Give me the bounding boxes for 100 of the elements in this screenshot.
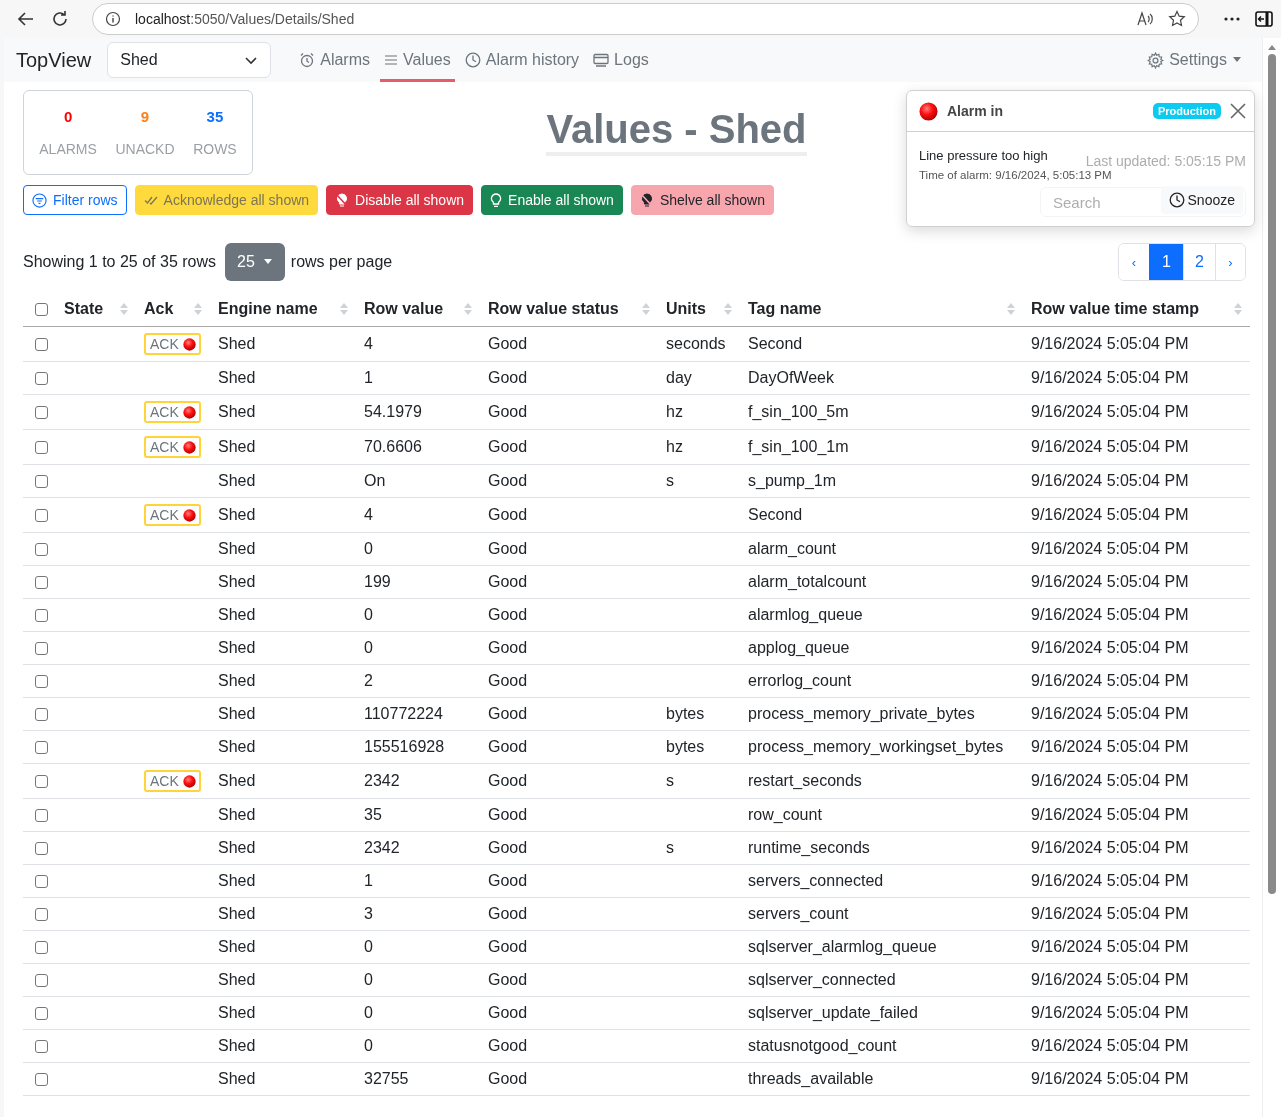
row-checkbox[interactable]	[35, 842, 48, 856]
ack-button[interactable]: ACK	[144, 401, 201, 423]
table-cell: sqlserver_alarmlog_queue	[740, 930, 1023, 964]
stat-value: 9	[140, 108, 150, 125]
nav-tab[interactable]: Logs	[589, 38, 653, 82]
row-checkbox[interactable]	[35, 509, 48, 523]
select-all-checkbox[interactable]	[35, 303, 48, 317]
row-checkbox[interactable]	[35, 775, 48, 789]
app-brand[interactable]: TopView	[16, 48, 92, 72]
alarm-time: Time of alarm: 9/16/2024, 5:05:13 PM	[919, 169, 1112, 181]
table-cell: Shed	[210, 930, 356, 964]
table-cell: 155516928	[356, 730, 480, 764]
row-checkbox[interactable]	[35, 708, 48, 722]
nav-tab[interactable]: Alarm history	[460, 38, 584, 82]
stat-label: ROWS	[193, 141, 237, 157]
row-checkbox[interactable]	[35, 338, 48, 352]
row-checkbox[interactable]	[35, 875, 48, 889]
table-cell: Good	[480, 697, 658, 731]
read-aloud-icon[interactable]	[1136, 11, 1154, 27]
table-cell: Shed	[210, 1029, 356, 1063]
row-checkbox[interactable]	[35, 1073, 48, 1087]
table-cell: Shed	[210, 429, 356, 465]
ack-button[interactable]: ACK	[144, 770, 201, 792]
column-header[interactable]: Units	[658, 292, 740, 327]
more-icon[interactable]	[1223, 16, 1241, 22]
table-cell: Shed	[210, 664, 356, 698]
table-cell: 1	[356, 864, 480, 898]
column-header[interactable]: Tag name	[740, 292, 1023, 327]
row-checkbox[interactable]	[35, 908, 48, 922]
reload-icon[interactable]	[50, 9, 70, 29]
ack-button[interactable]: ACK	[144, 333, 201, 355]
sidebar-icon[interactable]	[1255, 11, 1273, 27]
table-cell: Shed	[210, 697, 356, 731]
row-checkbox[interactable]	[35, 1040, 48, 1054]
table-cell: Shed	[210, 631, 356, 665]
alarm-indicator-icon	[919, 101, 938, 121]
sort-icon	[1234, 302, 1242, 316]
column-header[interactable]: Row value status	[480, 292, 658, 327]
ack-button[interactable]: ACK	[144, 504, 201, 526]
row-checkbox[interactable]	[35, 675, 48, 689]
scroll-up-icon[interactable]	[1268, 44, 1276, 50]
row-checkbox[interactable]	[35, 406, 48, 420]
row-checkbox[interactable]	[35, 642, 48, 656]
disable-all-button[interactable]: Disable all shown	[326, 185, 474, 215]
close-icon[interactable]	[1230, 103, 1246, 119]
next-page-link[interactable]: ›	[1215, 244, 1245, 280]
table-cell: Shed	[210, 565, 356, 599]
row-checkbox[interactable]	[35, 576, 48, 590]
column-header[interactable]: Ack	[136, 292, 210, 327]
column-header[interactable]: Row value	[356, 292, 480, 327]
column-header[interactable]: State	[56, 292, 136, 327]
row-checkbox[interactable]	[35, 475, 48, 489]
filter-rows-button[interactable]: Filter rows	[23, 185, 127, 215]
table-cell: alarmlog_queue	[740, 598, 1023, 632]
star-icon[interactable]	[1168, 10, 1186, 28]
table-cell: Shed	[210, 763, 356, 799]
row-checkbox[interactable]	[35, 372, 48, 386]
enable-all-button[interactable]: Enable all shown	[481, 185, 623, 215]
column-header[interactable]: Row value time stamp	[1023, 292, 1250, 327]
page-link[interactable]: 1	[1149, 244, 1183, 280]
table-cell: Shed	[210, 996, 356, 1030]
table-cell: 3	[356, 897, 480, 931]
shelve-all-button[interactable]: Shelve all shown	[630, 185, 774, 215]
table-cell: Good	[480, 763, 658, 799]
alarm-indicator-icon	[182, 508, 196, 522]
row-checkbox[interactable]	[35, 809, 48, 823]
scrollbar-thumb[interactable]	[1268, 54, 1276, 894]
table-cell: 0	[356, 532, 480, 566]
column-header[interactable]: Engine name	[210, 292, 356, 327]
engine-select[interactable]: Shed	[107, 42, 272, 78]
table-cell: 2342	[356, 763, 480, 799]
stat-value: 0	[63, 108, 73, 125]
row-checkbox[interactable]	[35, 441, 48, 455]
nav-tab[interactable]: Values	[380, 38, 455, 82]
nav-tab[interactable]: Alarms	[295, 38, 374, 82]
table-cell: Shed	[210, 464, 356, 498]
table-cell: Shed	[210, 361, 356, 395]
environment-badge: Production	[1152, 103, 1221, 119]
address-bar[interactable]: localhost:5050/Values/Details/Shed	[92, 3, 1199, 35]
acknowledge-all-button[interactable]: Acknowledge all shown	[134, 185, 319, 215]
table-cell: 4	[356, 326, 480, 362]
row-checkbox[interactable]	[35, 974, 48, 988]
snooze-button[interactable]: Snooze	[1160, 186, 1243, 214]
table-cell: s	[658, 763, 740, 799]
row-checkbox[interactable]	[35, 741, 48, 755]
settings-menu[interactable]: Settings	[1147, 51, 1242, 69]
row-checkbox[interactable]	[35, 941, 48, 955]
table-cell: Good	[480, 930, 658, 964]
table-cell: 2342	[356, 831, 480, 865]
table-cell: Good	[480, 497, 658, 533]
table-cell: 9/16/2024 5:05:04 PM	[1023, 497, 1250, 533]
table-cell: Shed	[210, 1062, 356, 1096]
row-checkbox[interactable]	[35, 1007, 48, 1021]
ack-button[interactable]: ACK	[144, 436, 201, 458]
table-cell: Shed	[210, 532, 356, 566]
table-cell: 9/16/2024 5:05:04 PM	[1023, 429, 1250, 465]
row-checkbox[interactable]	[35, 543, 48, 557]
page-size-dropdown[interactable]: 25	[225, 243, 285, 281]
table-cell: Shed	[210, 598, 356, 632]
row-checkbox[interactable]	[35, 609, 48, 623]
